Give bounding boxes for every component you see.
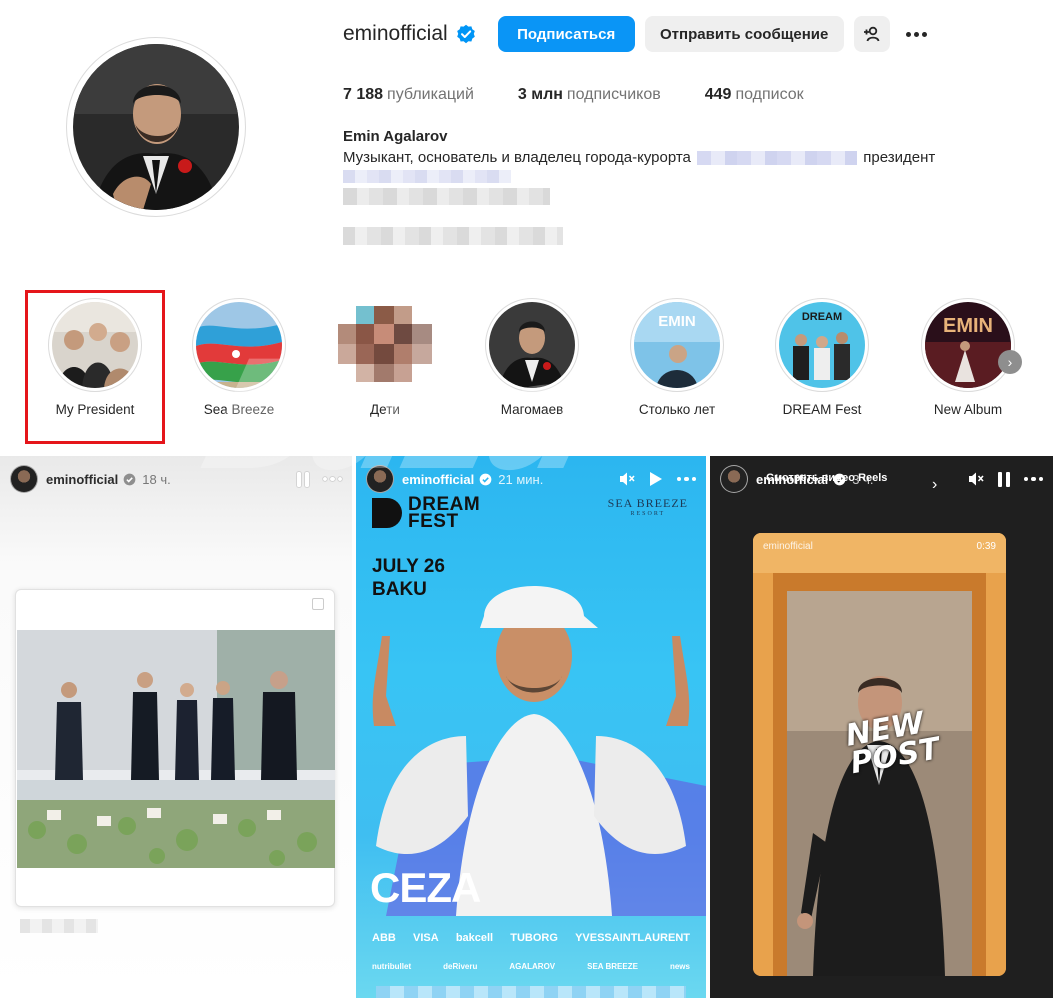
pixelated-bio-line (343, 170, 511, 183)
artist-photo (372, 586, 706, 916)
watch-reels-link[interactable]: Смотреть видео Reels (766, 472, 887, 484)
shared-post-card[interactable] (15, 589, 335, 907)
chevron-right-icon[interactable]: › (932, 476, 937, 494)
story-timestamp: 21 мин. (498, 471, 544, 487)
posts-count: 7 188 публикаций (343, 86, 474, 103)
profile-avatar[interactable] (66, 37, 246, 217)
highlight-cover: EMIN (634, 302, 720, 388)
pixelated-link (697, 151, 858, 166)
muted-speaker-icon[interactable] (968, 471, 984, 487)
highlight-label: New Album (933, 402, 1003, 417)
pixelated-bio-line (343, 188, 550, 205)
sponsor-logos-secondary: nutribullet deRiveru AGALAROV SEA BREEZE… (372, 962, 690, 971)
sponsor-logo: AGALAROV (509, 962, 556, 971)
story-timestamp: 18 ч. (142, 471, 171, 487)
highlight-label: My President (55, 402, 135, 417)
highlight-magomaev[interactable]: Магомаев (467, 290, 597, 417)
story-panel-1[interactable]: eminofficial 18 ч. (0, 456, 352, 998)
play-icon[interactable] (649, 471, 663, 487)
pause-icon[interactable] (296, 471, 309, 487)
highlight-dream-fest[interactable]: DREAM DREAM Fest (757, 290, 887, 417)
more-options-icon[interactable] (902, 16, 932, 52)
avatar-photo (73, 44, 239, 210)
story-username[interactable]: eminofficial (46, 472, 118, 487)
bio-prefix: Музыкант, основатель и владелец города-к… (343, 149, 691, 166)
sponsor-logo: SEA BREEZE (587, 962, 638, 971)
story-panel-3[interactable]: eminofficial 3 ч. Смотреть видео Reels ›… (710, 456, 1053, 998)
svg-text:DREAM: DREAM (802, 311, 842, 323)
highlight-my-president[interactable]: My President (30, 290, 160, 417)
more-options-icon[interactable] (676, 476, 696, 482)
story-panel-2[interactable]: eminofficial 21 мин. DREAM FEST SEA BREE… (356, 456, 706, 998)
profile-stats: 7 188 публикаций 3 млн подписчиков 449 подп… (343, 86, 848, 104)
sea-breeze-logo: SEA BREEZE RESORT (608, 496, 688, 517)
sponsor-logo: TUBORG (510, 932, 558, 944)
highlight-sea-breeze[interactable]: Sea Breeze (174, 290, 304, 417)
highlight-cover (52, 302, 138, 388)
highlight-label: DREAM Fest (782, 402, 862, 417)
verified-badge-icon (456, 24, 475, 44)
sponsor-logo: VISA (412, 932, 439, 944)
story-username[interactable]: eminofficial (402, 472, 474, 487)
muted-speaker-icon[interactable] (619, 471, 635, 487)
reel-preview[interactable]: eminofficial 0:39 NEW POST (753, 533, 1006, 976)
story-header: eminofficial 18 ч. (10, 464, 342, 494)
post-indicator-icon (312, 598, 324, 610)
reel-duration: 0:39 (976, 541, 996, 552)
more-options-icon[interactable] (322, 476, 342, 482)
highlight-cover: DREAM (779, 302, 865, 388)
verified-badge-icon (123, 473, 136, 485)
highlight-children[interactable]: Дети (320, 290, 450, 417)
sponsor-logo: news (669, 962, 690, 971)
story-header: eminofficial 21 мин. (366, 464, 696, 494)
sponsor-logos: ABB VISA bakcell TUBORG YVESSAINTLAURENT (372, 932, 690, 944)
followers-count[interactable]: 3 млн подписчиков (518, 86, 661, 104)
bio-text: Музыкант, основатель и владелец города-к… (343, 149, 935, 166)
new-post-sticker: NEW POST (843, 706, 942, 782)
highlight-label: Магомаев (500, 402, 564, 417)
story-avatar[interactable] (720, 465, 748, 493)
full-name: Emin Agalarov (343, 128, 448, 145)
story-avatar[interactable] (366, 465, 394, 493)
sponsor-logo: ABB (372, 932, 396, 944)
highlight-label: Столько лет (638, 402, 716, 417)
highlight-cover (489, 302, 575, 388)
svg-text:EMIN: EMIN (658, 313, 696, 330)
pixelated-caption (20, 919, 98, 933)
bio-suffix: президент (863, 149, 936, 166)
reel-username: eminofficial (763, 541, 813, 552)
sponsor-logo: nutribullet (372, 962, 412, 971)
username[interactable]: eminofficial (343, 22, 448, 46)
sponsor-logo: bakcell (455, 932, 494, 944)
highlight-label: Дети (370, 402, 400, 417)
follow-button[interactable]: Подписаться (497, 16, 635, 52)
highlight-cover: EMIN (925, 302, 1011, 388)
shared-post-photo (17, 630, 335, 868)
svg-text:EMIN: EMIN (943, 315, 993, 337)
send-message-button[interactable]: Отправить сообщение (644, 16, 844, 52)
more-options-icon[interactable] (1023, 476, 1043, 482)
profile-top-row: eminofficial Подписаться Отправить сообщ… (343, 16, 932, 52)
highlight-cover (196, 302, 282, 388)
sponsor-logo: YVESSAINTLAURENT (575, 932, 690, 944)
verified-badge-icon (479, 473, 492, 485)
story-avatar[interactable] (10, 465, 38, 493)
artist-name: CEZA (370, 864, 481, 911)
pixelated-highlight-cover (338, 298, 432, 392)
next-highlights-chevron-icon[interactable]: › (998, 350, 1022, 374)
sponsor-logo: deRiveru (443, 962, 478, 971)
highlight-stolko-let[interactable]: EMIN Столько лет (612, 290, 742, 417)
pause-icon[interactable] (997, 471, 1010, 487)
following-count[interactable]: 449 подписок (705, 86, 804, 104)
add-person-icon[interactable] (853, 16, 890, 52)
highlight-label: Sea Breeze (203, 402, 275, 417)
pixelated-bio-line (343, 227, 563, 245)
story-highlights: My President Sea Breeze Дети Магомаев EM… (0, 290, 1053, 445)
pixelated-strip (376, 986, 686, 998)
sea-breeze-text: SEA BREEZE (607, 496, 688, 510)
